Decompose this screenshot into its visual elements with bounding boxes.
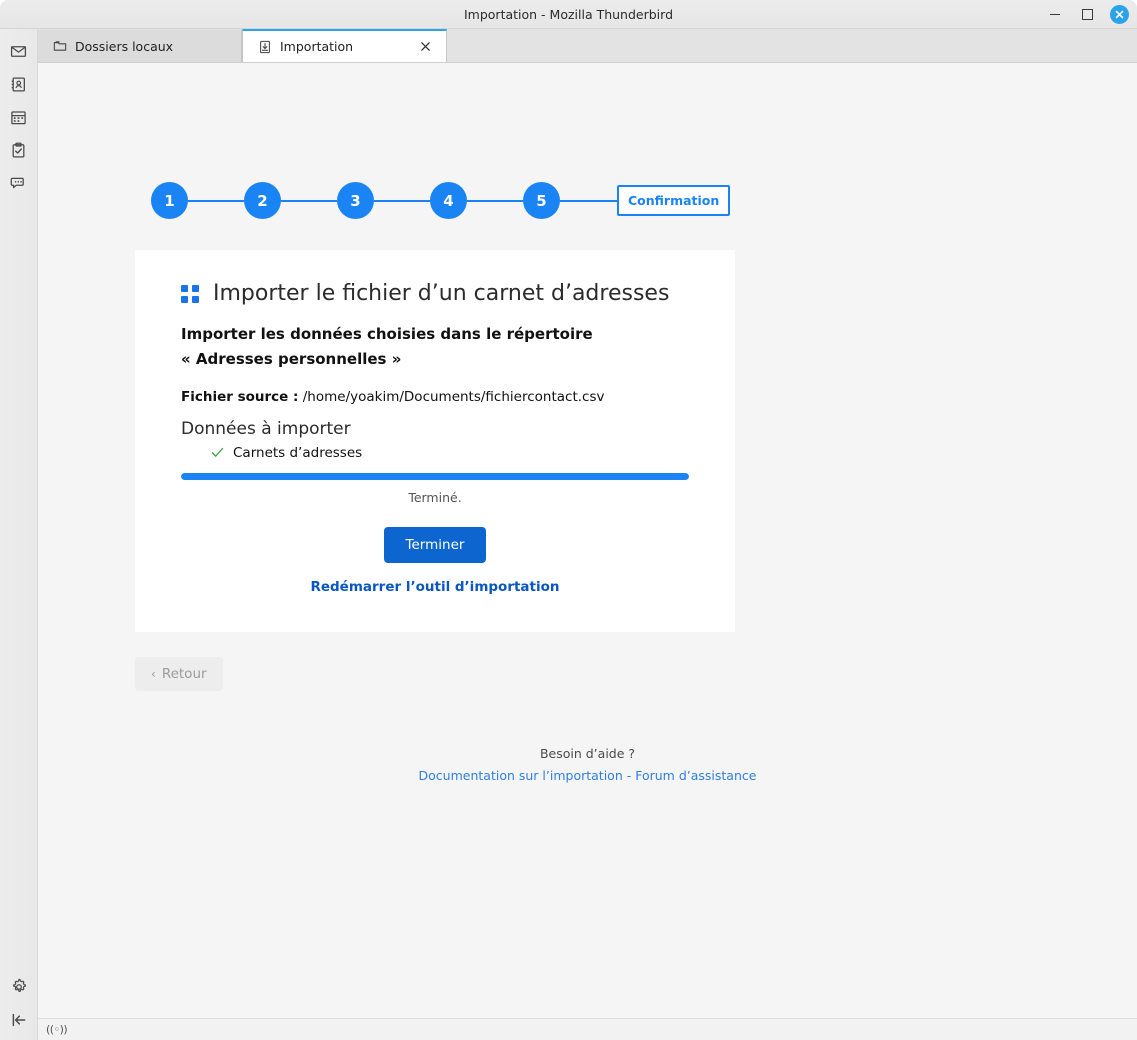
folder-icon (52, 39, 67, 54)
sidebar-item-tasks[interactable] (2, 134, 36, 167)
settings-gear-icon (12, 978, 26, 992)
calendar-icon (11, 111, 26, 125)
chevron-left-icon: ‹ (151, 667, 156, 681)
chat-icon (10, 177, 24, 189)
app-sidebar (0, 29, 38, 1040)
close-button[interactable] (1110, 4, 1129, 24)
main-column: Dossiers locaux Importation 1 2 3 4 5 Co… (38, 29, 1137, 1040)
close-icon (1115, 10, 1124, 18)
card-header: Importer le fichier d’un carnet d’adress… (181, 280, 689, 308)
step-connector (188, 199, 244, 202)
step-5[interactable]: 5 (523, 182, 560, 219)
window-controls (1046, 0, 1129, 28)
help-footer: Besoin d’aide ? Documentation sur l’impo… (38, 746, 1137, 784)
import-progress-bar (181, 472, 689, 480)
step-connector (560, 199, 617, 202)
tab-label: Importation (280, 39, 354, 54)
step-4[interactable]: 4 (430, 182, 467, 219)
tab-close-button[interactable] (418, 40, 432, 54)
back-button-label: Retour (161, 666, 207, 682)
step-connector (467, 199, 523, 202)
step-2[interactable]: 2 (244, 182, 281, 219)
page-title: Importer le fichier d’un carnet d’adress… (213, 281, 670, 306)
link-separator: - (622, 768, 636, 783)
step-connector (374, 199, 430, 202)
import-summary-card: Importer le fichier d’un carnet d’adress… (135, 250, 735, 632)
close-icon (420, 42, 430, 51)
mail-icon (10, 46, 27, 57)
tab-strip: Dossiers locaux Importation (38, 29, 1137, 63)
step-3[interactable]: 3 (337, 182, 374, 219)
sidebar-footer (2, 970, 36, 1040)
status-bar: ((◦)) (38, 1018, 1137, 1040)
sidebar-item-calendar[interactable] (2, 101, 36, 134)
step-connector (281, 199, 337, 202)
import-status-text: Terminé. (408, 489, 462, 505)
help-links: Documentation sur l’importation - Forum … (38, 765, 1137, 784)
source-file-line: Fichier source : /home/yoakim/Documents/… (181, 389, 689, 405)
data-section-title: Données à importer (181, 418, 351, 439)
maximize-button[interactable] (1078, 5, 1096, 23)
minimize-button[interactable] (1046, 5, 1064, 23)
restart-import-link[interactable]: Redémarrer l’outil d’importation (181, 579, 689, 595)
sidebar-item-chat[interactable] (2, 167, 36, 200)
import-item-label: Carnets d’adresses (233, 444, 363, 461)
collapse-panel-button[interactable] (2, 1003, 36, 1036)
window-title: Importation - Mozilla Thunderbird (463, 6, 674, 22)
tab-importation[interactable]: Importation (242, 29, 447, 62)
sidebar-item-address-book[interactable] (2, 68, 36, 101)
source-file-label: Fichier source : (181, 388, 299, 405)
settings-button[interactable] (2, 970, 36, 1003)
address-book-icon (11, 77, 25, 92)
back-button[interactable]: ‹ Retour (135, 657, 223, 691)
title-bar: Importation - Mozilla Thunderbird (0, 0, 1137, 29)
import-progress-fill (181, 472, 689, 480)
card-subtitle: Importer les données choisies dans le ré… (181, 324, 593, 369)
documentation-link[interactable]: Documentation sur l’importation (419, 768, 623, 783)
import-icon (257, 39, 272, 54)
address-book-grid-icon (181, 284, 199, 303)
primary-action-wrap: Terminer (181, 526, 689, 563)
tasks-icon (12, 142, 25, 158)
finish-button[interactable]: Terminer (383, 526, 487, 563)
step-confirmation-badge: Confirmation (617, 185, 731, 216)
step-1[interactable]: 1 (151, 182, 188, 219)
import-item: Carnets d’adresses (211, 445, 689, 461)
tab-label: Dossiers locaux (75, 38, 174, 54)
wizard-stepper: 1 2 3 4 5 Confirmation (151, 182, 731, 219)
tab-dossiers-locaux[interactable]: Dossiers locaux (38, 30, 242, 62)
thunderbird-window: Importation - Mozilla Thunderbird Dossie… (0, 0, 1137, 1040)
collapse-panel-icon (12, 1013, 25, 1026)
need-help-text: Besoin d’aide ? (539, 746, 636, 761)
sidebar-item-mail[interactable] (2, 35, 36, 68)
support-forum-link[interactable]: Forum d’assistance (635, 768, 756, 783)
connection-status-icon: ((◦)) (46, 1023, 68, 1036)
import-wizard-content: 1 2 3 4 5 Confirmation Importer le fichi… (38, 63, 1137, 1018)
source-file-path: /home/yoakim/Documents/fichiercontact.cs… (302, 388, 605, 405)
check-icon (211, 446, 224, 459)
